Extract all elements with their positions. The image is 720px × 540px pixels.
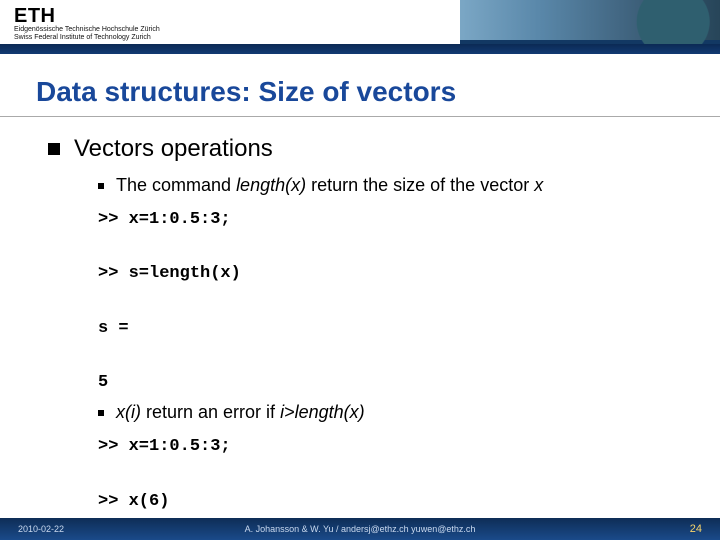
eth-subtitle-line2: Swiss Federal Institute of Technology Zu… — [14, 34, 151, 41]
section-heading: Vectors operations — [74, 135, 273, 163]
code-italic: i>length(x) — [280, 402, 365, 422]
variable-italic: x — [534, 175, 543, 195]
header-blue-band — [0, 44, 720, 54]
square-bullet-icon — [48, 143, 60, 155]
square-bullet-icon — [98, 183, 104, 189]
eth-subtitle: Eidgenössische Technische Hochschule Zür… — [14, 26, 160, 41]
bullet-level2: The command length(x) return the size of… — [98, 175, 680, 196]
bullet-sublist: The command length(x) return the size of… — [98, 175, 680, 540]
slide-title: Data structures: Size of vectors — [0, 54, 720, 117]
slide-footer: 2010-02-22 A. Johansson & W. Yu / anders… — [0, 518, 720, 540]
eth-logo: ETH — [14, 5, 56, 28]
text-fragment: return the size of the vector — [306, 175, 534, 195]
footer-page-number: 24 — [690, 523, 702, 535]
code-block-length: >> x=1:0.5:3; >> s=length(x) s = 5 — [98, 206, 680, 396]
slide-header: ETH Eidgenössische Technische Hochschule… — [0, 0, 720, 54]
text-fragment: return an error if — [141, 402, 280, 422]
code-italic: length(x) — [236, 175, 306, 195]
point-length-description: The command length(x) return the size of… — [116, 175, 543, 196]
bullet-level2: x(i) return an error if i>length(x) — [98, 402, 680, 423]
square-bullet-icon — [98, 410, 104, 416]
footer-authors: A. Johansson & W. Yu / andersj@ethz.ch y… — [0, 524, 720, 534]
slide-content: Vectors operations The command length(x)… — [0, 135, 720, 540]
bullet-level1: Vectors operations — [48, 135, 680, 163]
text-fragment: The command — [116, 175, 236, 195]
point-index-error-description: x(i) return an error if i>length(x) — [116, 402, 365, 423]
code-italic: x(i) — [116, 402, 141, 422]
eth-subtitle-line1: Eidgenössische Technische Hochschule Zür… — [14, 26, 160, 33]
